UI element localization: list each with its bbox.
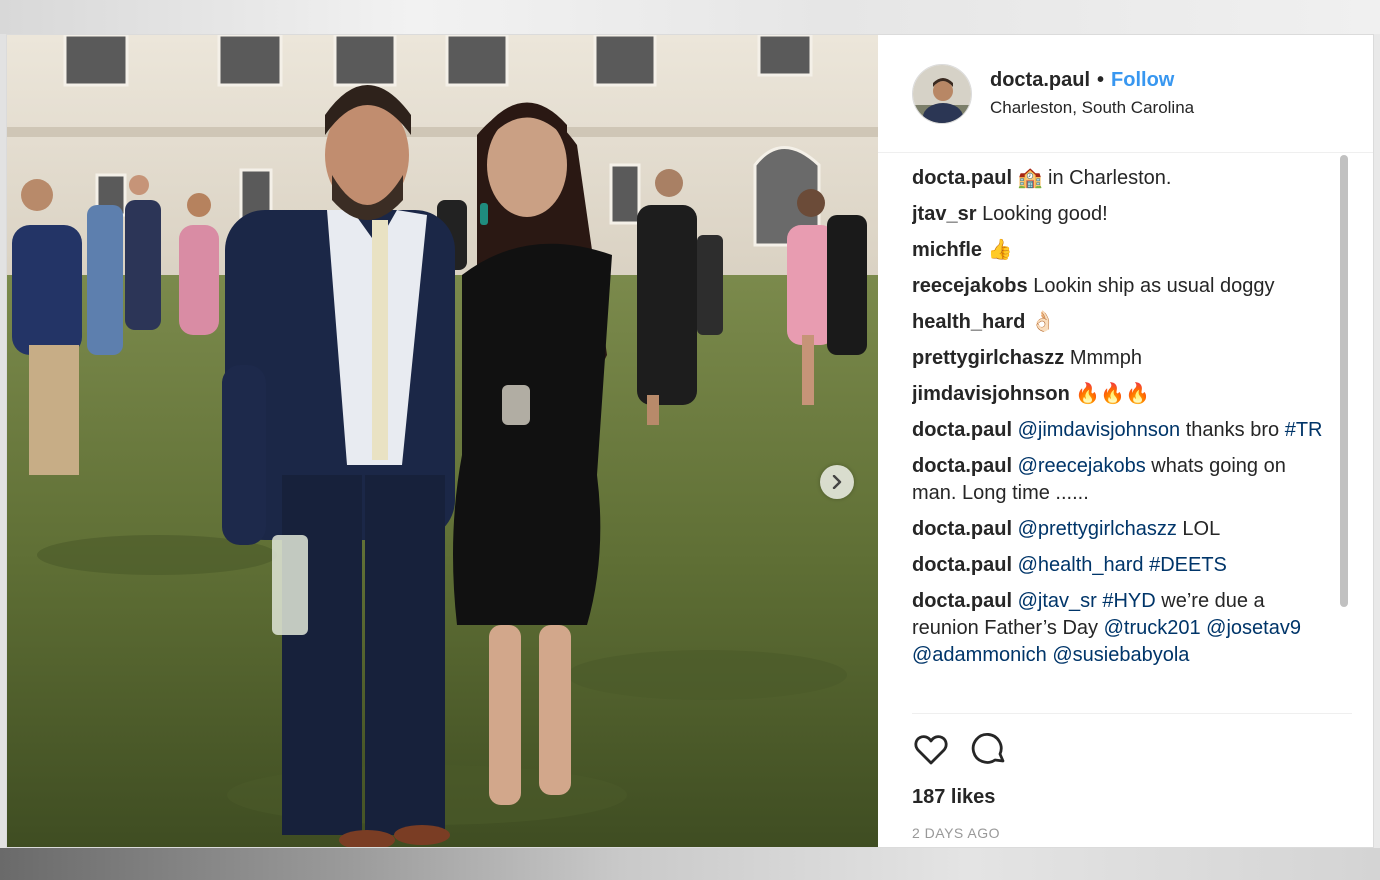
comment: docta.paul @reecejakobs whats going on m… <box>912 453 1330 507</box>
avatar[interactable] <box>912 63 972 124</box>
heart-icon[interactable] <box>912 730 950 768</box>
timestamp[interactable]: 2 DAYS AGO <box>912 825 1352 841</box>
comment-text: 👌🏻 <box>1030 311 1056 333</box>
comments-scrollbar[interactable] <box>1338 153 1350 711</box>
post-header: docta.paul • Follow Charleston, South Ca… <box>878 35 1373 153</box>
comment: docta.paul @jimdavisjohnson thanks bro #… <box>912 417 1330 444</box>
comment-mention[interactable]: @jtav_sr <box>1018 590 1097 612</box>
comment-username[interactable]: jimdavisjohnson <box>912 383 1070 405</box>
comment: jtav_sr Looking good! <box>912 201 1330 228</box>
follow-button[interactable]: Follow <box>1111 69 1174 92</box>
comment-mention[interactable]: @josetav9 <box>1206 617 1301 639</box>
next-photo-button[interactable] <box>820 465 854 499</box>
comment-username[interactable]: reecejakobs <box>912 275 1028 297</box>
comment-text: 👍 <box>987 239 1013 261</box>
comment-mention[interactable]: @reecejakobs <box>1018 455 1146 477</box>
post-actions: 187 likes 2 DAYS AGO <box>912 713 1352 841</box>
comment-hashtag[interactable]: #TR <box>1285 419 1323 441</box>
scrollbar-thumb[interactable] <box>1340 155 1348 607</box>
location-link[interactable]: Charleston, South Carolina <box>990 98 1194 118</box>
comment: docta.paul @prettygirlchaszz LOL <box>912 516 1330 543</box>
comment-text: Looking good! <box>982 203 1108 225</box>
username[interactable]: docta.paul <box>990 69 1090 92</box>
comments-list[interactable]: docta.paul 🏫 in Charleston. jtav_sr Look… <box>912 165 1330 723</box>
comment-text: Mmmph <box>1069 347 1143 369</box>
comment-mention[interactable]: @adammonich <box>912 644 1047 666</box>
comment-mention[interactable]: @jimdavisjohnson <box>1018 419 1181 441</box>
comment-username[interactable]: prettygirlchaszz <box>912 347 1064 369</box>
comment-username[interactable]: health_hard <box>912 311 1025 333</box>
comment-username[interactable]: docta.paul <box>912 590 1012 612</box>
post-side-panel: docta.paul • Follow Charleston, South Ca… <box>878 35 1373 847</box>
post-photo[interactable] <box>7 35 878 847</box>
comment-username[interactable]: docta.paul <box>912 554 1012 576</box>
comment: prettygirlchaszz Mmmph <box>912 345 1330 372</box>
comment-mention[interactable]: @health_hard <box>1018 554 1144 576</box>
instagram-post: docta.paul • Follow Charleston, South Ca… <box>6 34 1374 848</box>
comment-mention[interactable]: @prettygirlchaszz <box>1018 518 1177 540</box>
comment-text: LOL <box>1182 518 1221 540</box>
page-background-bottom <box>0 848 1380 880</box>
comment-text: 🏫 in Charleston. <box>1017 167 1172 189</box>
speech-bubble-icon[interactable] <box>970 730 1008 768</box>
comment: michfle 👍 <box>912 237 1330 264</box>
comment: reecejakobs Lookin ship as usual doggy <box>912 273 1330 300</box>
comment-username[interactable]: docta.paul <box>912 455 1012 477</box>
separator-dot: • <box>1097 69 1105 91</box>
comment-username[interactable]: jtav_sr <box>912 203 977 225</box>
photo-scene-illustration <box>7 35 878 847</box>
comment-text: 🔥🔥🔥 <box>1075 383 1151 405</box>
comment: docta.paul 🏫 in Charleston. <box>912 165 1330 192</box>
chevron-right-icon <box>832 475 842 489</box>
comment-text: thanks bro <box>1185 419 1280 441</box>
comment: docta.paul @jtav_sr #HYD we’re due a reu… <box>912 588 1330 669</box>
comment-username[interactable]: michfle <box>912 239 982 261</box>
comment-username[interactable]: docta.paul <box>912 167 1012 189</box>
likes-count[interactable]: 187 likes <box>912 786 1352 809</box>
comment-hashtag[interactable]: #DEETS <box>1149 554 1227 576</box>
comment-mention[interactable]: @truck201 <box>1104 617 1201 639</box>
comment-mention[interactable]: @susiebabyola <box>1052 644 1189 666</box>
comment-hashtag[interactable]: #HYD <box>1102 590 1155 612</box>
comment-username[interactable]: docta.paul <box>912 518 1012 540</box>
comment-username[interactable]: docta.paul <box>912 419 1012 441</box>
comment: docta.paul @health_hard #DEETS <box>912 552 1330 579</box>
comment: health_hard 👌🏻 <box>912 309 1330 336</box>
comment: jimdavisjohnson 🔥🔥🔥 <box>912 381 1330 408</box>
comment-text: Lookin ship as usual doggy <box>1033 275 1275 297</box>
avatar-image <box>913 64 971 123</box>
page-background-top <box>0 0 1380 34</box>
